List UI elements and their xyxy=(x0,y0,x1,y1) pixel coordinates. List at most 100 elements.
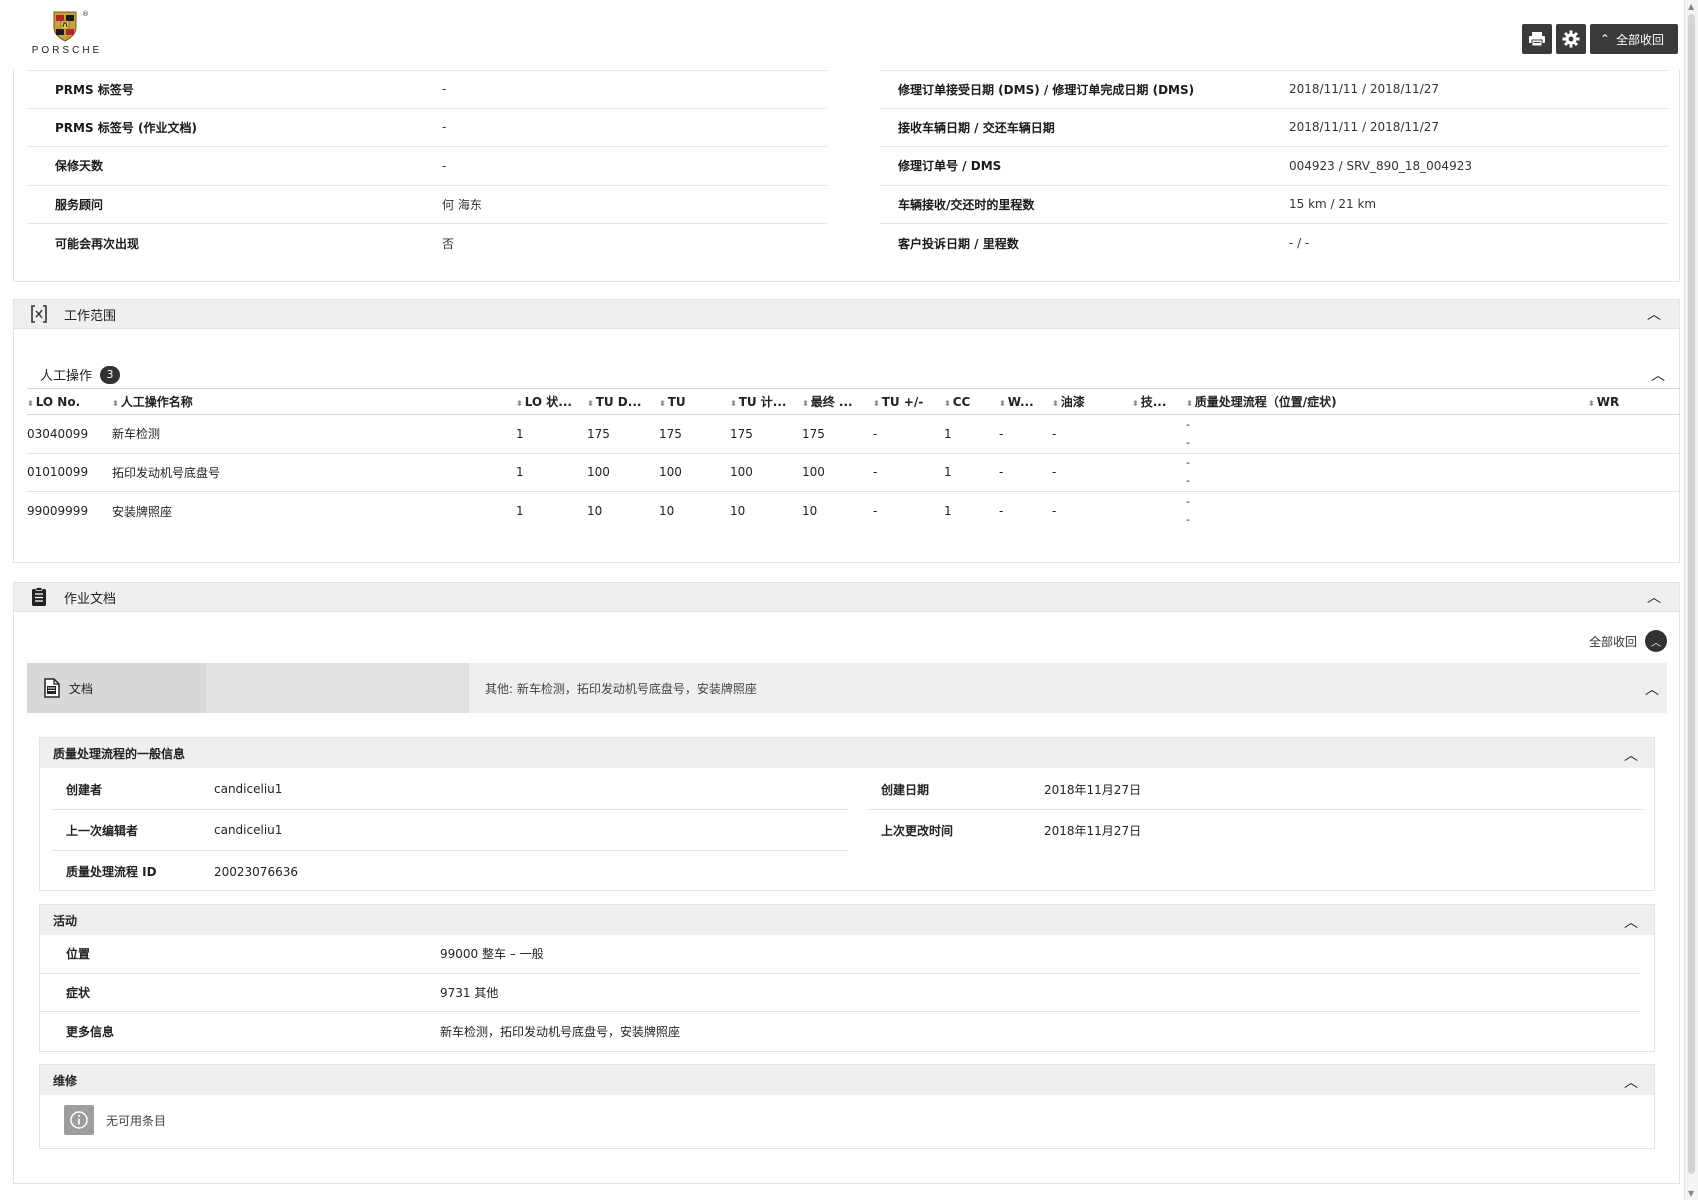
sort-icon: ⬍ xyxy=(587,398,594,408)
activity-value: 新车检测，拓印发动机号底盘号，安装牌照座 xyxy=(440,1024,681,1039)
gear-icon xyxy=(1562,30,1580,48)
cell-tu-pm: - xyxy=(873,453,944,492)
activity-row: 位置 99000 整车 – 一般 xyxy=(40,935,1640,974)
chevron-up-icon[interactable]: ︿ xyxy=(1647,304,1661,324)
cell-tu: 10 xyxy=(659,504,675,518)
info-row: 修理订单号 / DMS 004923 / SRV_890_18_004923 xyxy=(880,147,1668,186)
activity-panel: 活动 ︿ 位置 99000 整车 – 一般 症状 9731 其他 更多信息 新车检测，… xyxy=(39,904,1655,1052)
cell-tu: 175 xyxy=(659,414,730,454)
modified-label: 上次更改时间 xyxy=(881,824,954,838)
sort-icon: ⬍ xyxy=(944,398,951,408)
sort-icon: ⬍ xyxy=(873,398,880,408)
general-info-title: 质量处理流程的一般信息 xyxy=(53,746,186,761)
cell-lo-no: 03040099 xyxy=(27,414,112,454)
scroll-up-icon[interactable]: ▲ xyxy=(1688,2,1694,11)
activity-header[interactable]: 活动 ︿ xyxy=(40,905,1654,935)
sort-icon: ⬍ xyxy=(659,398,666,408)
col-header-paint[interactable]: ⬍ 油漆 xyxy=(1052,388,1132,415)
collapse-all-link[interactable]: 全部收回 ︿ xyxy=(1589,630,1667,652)
activity-value: 9731 其他 xyxy=(440,985,499,1000)
col-header-final[interactable]: ⬍ 最终 ... xyxy=(802,388,873,415)
col-header-lo-status[interactable]: ⬍ LO 状... xyxy=(516,388,587,415)
info-value: - xyxy=(442,120,447,135)
table-row[interactable]: 03040099 新车检测 1 175 175 175 175 - 1 - - … xyxy=(27,414,1680,454)
general-info-panel: 质量处理流程的一般信息 ︿ 创建者 candiceliu1 上一次编辑者 can… xyxy=(39,737,1655,891)
info-value: - xyxy=(442,158,447,173)
info-value: 2018/11/11 / 2018/11/27 xyxy=(1289,120,1439,135)
repair-header[interactable]: 维修 ︿ xyxy=(40,1065,1654,1095)
chevron-up-circle-icon[interactable]: ︿ xyxy=(1645,630,1667,652)
chevron-up-icon[interactable]: ︿ xyxy=(1624,745,1638,765)
col-header-tu-d[interactable]: ⬍ TU D... xyxy=(587,388,659,415)
labor-ops-title: 人工操作 3 xyxy=(40,365,121,384)
last-editor-row: 上一次编辑者 candiceliu1 xyxy=(52,810,849,851)
sort-icon: ⬍ xyxy=(1186,399,1193,408)
settings-button[interactable] xyxy=(1555,24,1586,54)
vertical-scrollbar[interactable]: ▲ ▼ xyxy=(1684,0,1698,1200)
created-date-row: 创建日期 2018年11月27日 xyxy=(869,769,1643,810)
work-scope-icon xyxy=(28,303,50,325)
table-row[interactable]: 99009999 安装牌照座 1 10 10 10 10 - 1 - - -- xyxy=(27,492,1680,531)
qp-symptom: - xyxy=(1186,513,1190,526)
info-label: PRMS 标签号 (作业文档) xyxy=(55,120,197,135)
activity-label: 更多信息 xyxy=(66,1024,115,1039)
chevron-up-icon[interactable]: ︿ xyxy=(1651,365,1665,385)
porsche-wordmark: PORSCHE xyxy=(31,45,103,56)
cell-tu-pm: - xyxy=(873,414,944,454)
info-row: 车辆接收/交还时的里程数 15 km / 21 km xyxy=(880,186,1668,224)
modified-value: 2018年11月27日 xyxy=(1044,824,1142,838)
cell-w: - xyxy=(999,504,1004,518)
col-header-tech[interactable]: ⬍ 技... xyxy=(1132,388,1186,415)
general-info-header[interactable]: 质量处理流程的一般信息 ︿ xyxy=(40,738,1654,768)
col-header-lo-no[interactable]: ⬍ LO No. xyxy=(27,388,112,415)
cell-final: 100 xyxy=(802,453,873,492)
table-row[interactable]: 01010099 拓印发动机号底盘号 1 100 100 100 100 - 1… xyxy=(27,453,1680,492)
created-date-label: 创建日期 xyxy=(881,782,930,797)
document-tab[interactable]: 文档 xyxy=(27,663,206,713)
activity-value: 99000 整车 – 一般 xyxy=(440,947,544,962)
info-label: 保修天数 xyxy=(55,159,104,174)
work-scope-header[interactable]: 工作范围 ︿ xyxy=(13,299,1680,329)
info-left-column: PRMS 标签号 - PRMS 标签号 (作业文档) - 保修天数 - 服务顾问 何 海… xyxy=(27,70,827,263)
collapse-all-button[interactable]: ⌃ 全部收回 xyxy=(1589,24,1678,54)
sort-icon: ⬍ xyxy=(1132,399,1139,408)
sort-icon: ⬍ xyxy=(27,398,34,408)
cell-quality-process: -- xyxy=(1186,492,1588,531)
cell-paint: - xyxy=(1052,453,1132,492)
cell-quality-process: -- xyxy=(1186,414,1588,454)
info-value: - xyxy=(442,82,447,97)
info-value: 004923 / SRV_890_18_004923 xyxy=(1289,158,1472,173)
col-header-cc[interactable]: ⬍ CC xyxy=(944,388,999,415)
cell-tu-calc: 10 xyxy=(730,504,746,518)
qp-symptom: - xyxy=(1186,474,1190,488)
cell-tu-d: 175 xyxy=(587,414,659,454)
chevron-up-icon[interactable]: ︿ xyxy=(1624,1072,1638,1092)
info-label: 服务顾问 xyxy=(55,197,104,212)
job-docs-panel: 全部收回 ︿ 文档 其他: 新车检测，拓印发动机号底盘号，安装牌照座 ︿ 质量处… xyxy=(13,612,1680,1184)
chevron-up-icon[interactable]: ︿ xyxy=(1624,912,1638,932)
col-header-w[interactable]: ⬍ W... xyxy=(999,388,1052,415)
cell-lo-no: 99009999 xyxy=(27,504,89,518)
col-header-tu-calc[interactable]: ⬍ TU 计... xyxy=(730,388,802,415)
chevron-up-icon[interactable]: ︿ xyxy=(1645,679,1659,699)
collapse-all-label: 全部收回 xyxy=(1588,634,1637,649)
scrollbar-thumb[interactable] xyxy=(1688,14,1695,1174)
col-header-tu-pm[interactable]: ⬍ TU +/- xyxy=(873,388,944,415)
scroll-down-icon[interactable]: ▼ xyxy=(1688,1189,1694,1198)
qp-id-label: 质量处理流程 ID xyxy=(66,865,157,879)
labor-count-badge: 3 xyxy=(100,365,121,384)
chevron-up-icon[interactable]: ︿ xyxy=(1647,587,1661,607)
col-header-quality-process[interactable]: ⬍ 质量处理流程（位置/症状) xyxy=(1186,388,1588,415)
job-docs-header[interactable]: 作业文档 ︿ xyxy=(13,582,1680,612)
info-right-column: 修理订单接受日期 (DMS) / 修理订单完成日期 (DMS) 2018/11/1… xyxy=(880,70,1668,263)
creator-value: candiceliu1 xyxy=(214,782,283,796)
toolbar: ⌃ 全部收回 xyxy=(1521,24,1678,54)
col-header-tu[interactable]: ⬍ TU xyxy=(659,388,730,415)
qp-location: - xyxy=(1186,417,1190,431)
print-button[interactable] xyxy=(1521,24,1552,54)
col-header-wr[interactable]: ⬍ WR xyxy=(1588,388,1680,415)
cell-tech xyxy=(1132,492,1186,531)
cell-wr xyxy=(1588,414,1680,454)
col-header-name[interactable]: ⬍ 人工操作名称 xyxy=(112,388,516,415)
labor-ops-table: ⬍ LO No. ⬍ 人工操作名称 ⬍ LO 状... ⬍ TU D... ⬍ TU ⬍ T… xyxy=(27,388,1680,530)
